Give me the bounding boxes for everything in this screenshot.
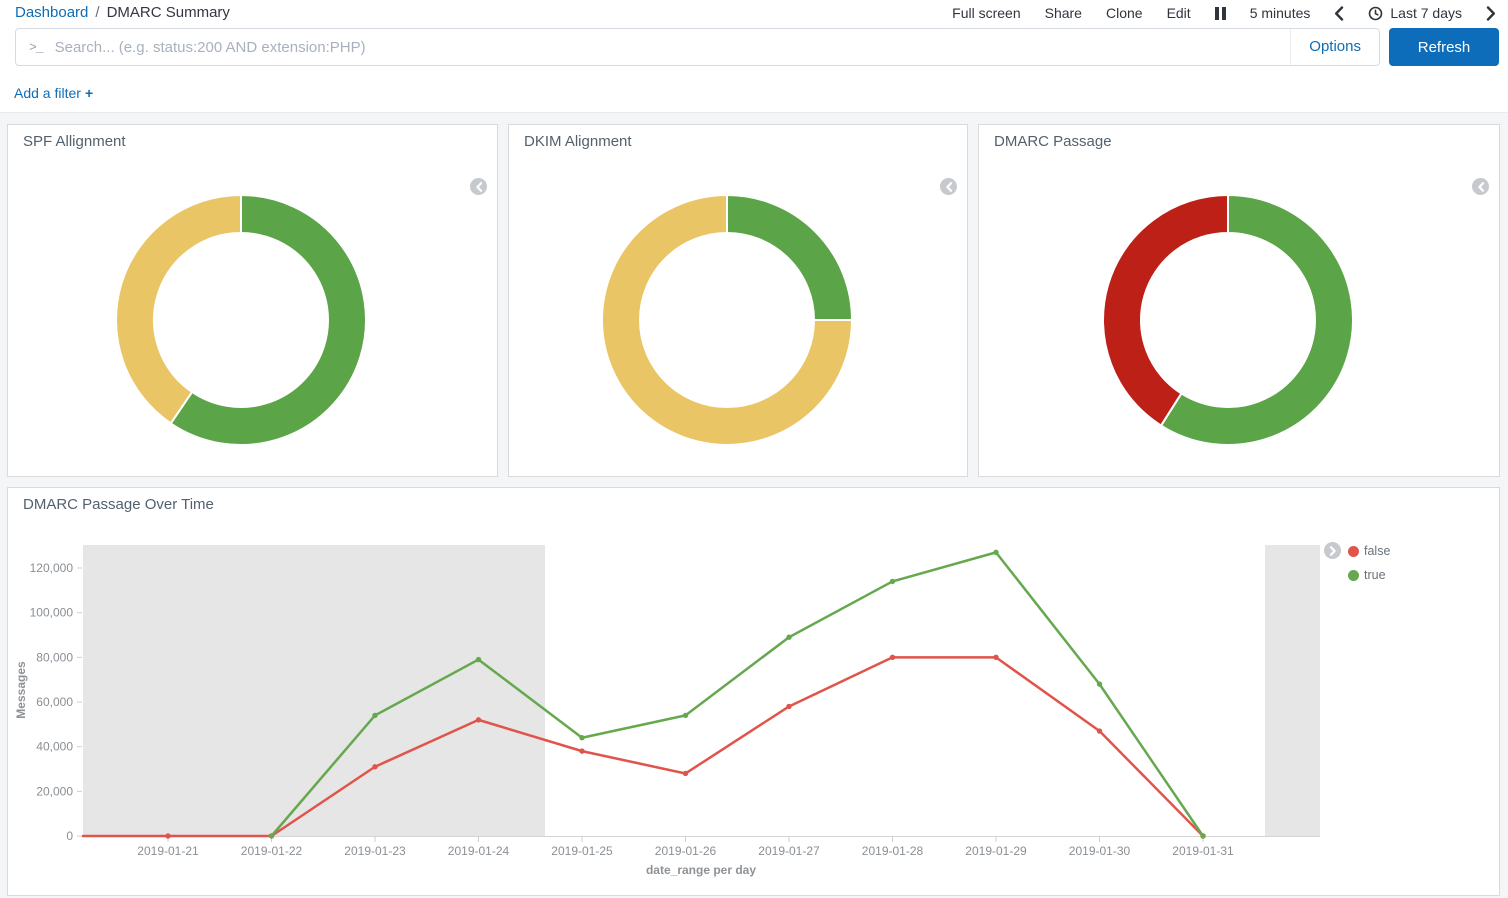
svg-text:2019-01-21: 2019-01-21: [137, 844, 199, 858]
svg-text:40,000: 40,000: [36, 740, 73, 754]
panel-dmarc-passage: DMARC Passage: [978, 124, 1500, 477]
svg-text:2019-01-23: 2019-01-23: [344, 844, 406, 858]
svg-text:date_range per day: date_range per day: [646, 863, 756, 877]
time-back-icon[interactable]: [1334, 6, 1344, 21]
plus-icon: +: [85, 85, 93, 101]
legend-label-true: true: [1364, 568, 1386, 582]
panel-title: DMARC Passage: [979, 125, 1499, 150]
pause-icon[interactable]: [1215, 7, 1226, 20]
query-bar: >_ Options Refresh: [15, 28, 1499, 66]
refresh-button[interactable]: Refresh: [1389, 28, 1499, 66]
legend-dot-true: [1348, 570, 1359, 581]
legend-label-false: false: [1364, 544, 1390, 558]
breadcrumb-separator: /: [95, 4, 99, 21]
panel-dkim-alignment: DKIM Alignment: [508, 124, 968, 477]
svg-text:2019-01-27: 2019-01-27: [758, 844, 820, 858]
legend-collapse-icon[interactable]: [1472, 178, 1489, 195]
dkim-donut-chart[interactable]: [597, 190, 857, 450]
legend-expand-icon[interactable]: [1324, 542, 1341, 559]
full-screen-button[interactable]: Full screen: [952, 5, 1020, 21]
svg-text:80,000: 80,000: [36, 650, 73, 664]
panel-title: SPF Allignment: [8, 125, 497, 150]
time-range-label: Last 7 days: [1390, 5, 1462, 21]
legend-collapse-icon[interactable]: [940, 178, 957, 195]
panel-dmarc-passage-over-time: DMARC Passage Over Time 2019-01-212019-0…: [7, 487, 1500, 896]
svg-text:60,000: 60,000: [36, 695, 73, 709]
panel-title: DKIM Alignment: [509, 125, 967, 150]
add-filter-link[interactable]: Add a filter+: [14, 85, 93, 101]
svg-text:0: 0: [66, 829, 73, 843]
time-range-picker[interactable]: Last 7 days: [1368, 5, 1462, 21]
breadcrumb-current: DMARC Summary: [107, 4, 230, 21]
svg-text:2019-01-31: 2019-01-31: [1172, 844, 1234, 858]
svg-text:2019-01-25: 2019-01-25: [551, 844, 613, 858]
spf-donut-chart[interactable]: [111, 190, 371, 450]
share-button[interactable]: Share: [1045, 5, 1082, 21]
search-box: >_ Options: [15, 28, 1380, 66]
breadcrumb: Dashboard / DMARC Summary: [15, 4, 230, 21]
svg-text:100,000: 100,000: [30, 606, 74, 620]
kibana-dashboard-page: Dashboard / DMARC Summary Full screen Sh…: [0, 0, 1508, 898]
legend-collapse-icon[interactable]: [470, 178, 487, 195]
legend-item-true[interactable]: true: [1348, 568, 1390, 582]
dmarc-over-time-chart[interactable]: 2019-01-21 2019-01-22 2019-01-23 2019-01-24…: [8, 488, 1499, 895]
svg-text:2019-01-22: 2019-01-22: [241, 844, 303, 858]
console-prompt-icon: >_: [29, 40, 43, 55]
svg-text:Messages: Messages: [14, 661, 28, 719]
svg-text:2019-01-24: 2019-01-24: [448, 844, 510, 858]
edit-button[interactable]: Edit: [1167, 5, 1191, 21]
search-options-link[interactable]: Options: [1290, 29, 1379, 65]
chart-legend: false true: [1324, 542, 1390, 582]
refresh-interval-label[interactable]: 5 minutes: [1250, 5, 1311, 21]
breadcrumb-dashboard-link[interactable]: Dashboard: [15, 4, 88, 21]
legend-item-false[interactable]: false: [1348, 544, 1390, 558]
panel-spf-allignment: SPF Allignment: [7, 124, 498, 477]
dashboard-top-menu: Full screen Share Clone Edit 5 minutes L…: [952, 0, 1496, 26]
svg-text:20,000: 20,000: [36, 784, 73, 798]
clock-icon: [1368, 6, 1383, 21]
clone-button[interactable]: Clone: [1106, 5, 1143, 21]
add-filter-label: Add a filter: [14, 85, 81, 101]
dmarc-donut-chart[interactable]: [1098, 190, 1358, 450]
svg-text:2019-01-26: 2019-01-26: [655, 844, 717, 858]
filter-bar: Add a filter+: [14, 85, 93, 101]
svg-text:2019-01-28: 2019-01-28: [862, 844, 924, 858]
time-forward-icon[interactable]: [1486, 6, 1496, 21]
search-input[interactable]: [43, 39, 1291, 56]
svg-text:2019-01-30: 2019-01-30: [1069, 844, 1131, 858]
svg-text:120,000: 120,000: [30, 561, 74, 575]
legend-dot-false: [1348, 546, 1359, 557]
svg-text:2019-01-29: 2019-01-29: [965, 844, 1027, 858]
